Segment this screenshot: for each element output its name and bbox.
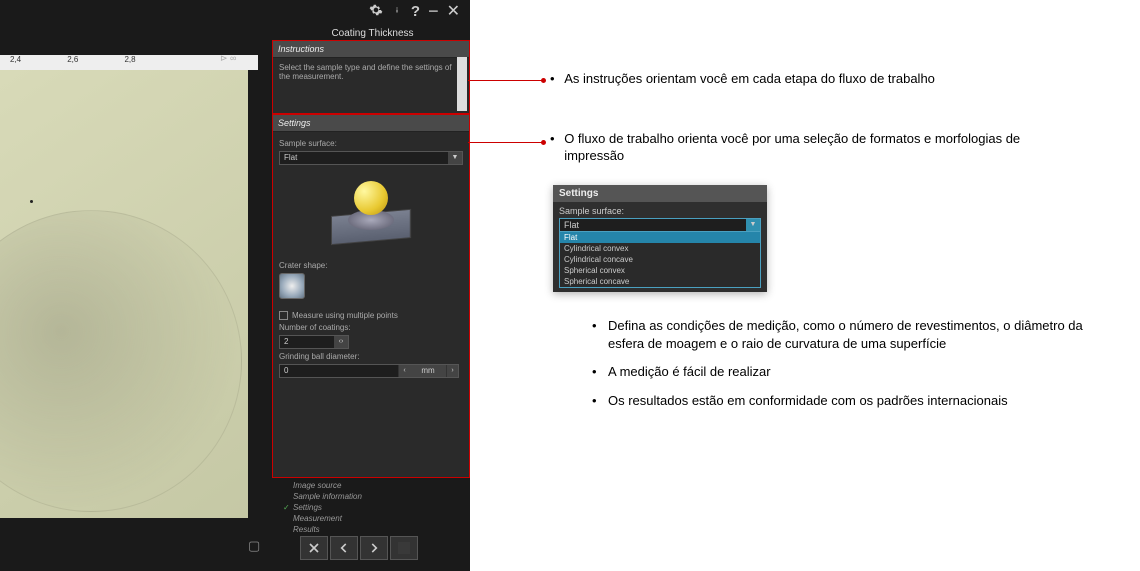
minimize-icon[interactable]: − — [428, 1, 439, 22]
chevron-down-icon: ▼ — [746, 219, 760, 231]
help-icon[interactable]: ? — [411, 3, 420, 20]
instructions-section: Instructions Select the sample type and … — [272, 40, 470, 114]
bullet-item: A medição é fácil de realizar — [590, 363, 1110, 381]
spinner-dec[interactable]: ‹ — [398, 365, 410, 377]
feature-bullets: Defina as condições de medição, como o n… — [550, 317, 1110, 420]
step-settings[interactable]: Settings — [283, 502, 457, 513]
popup-options: Flat Cylindrical convex Cylindrical conc… — [559, 232, 761, 288]
cancel-button[interactable] — [300, 536, 328, 560]
callout-dot-icon — [541, 140, 546, 145]
settings-popup: Settings Sample surface: Flat ▼ Flat Cyl… — [553, 185, 767, 292]
num-coatings-value: 2 — [280, 336, 334, 348]
step-sample-info[interactable]: Sample information — [283, 491, 457, 502]
callout-2: O fluxo de trabalho orienta você por uma… — [564, 130, 1074, 165]
popup-option[interactable]: Flat — [560, 232, 760, 243]
callouts: • As instruções orientam você em cada et… — [550, 70, 1110, 183]
spinner-buttons[interactable]: ‹› — [334, 336, 348, 348]
bullet-item: Defina as condições de medição, como o n… — [590, 317, 1110, 353]
instructions-text: Select the sample type and define the se… — [273, 58, 469, 113]
popup-option[interactable]: Spherical convex — [560, 265, 760, 276]
popup-option[interactable]: Cylindrical concave — [560, 254, 760, 265]
ruler-tick: 2,6 — [67, 55, 122, 64]
crater-shape-icon[interactable] — [279, 273, 305, 299]
nav-buttons — [300, 536, 418, 560]
back-button[interactable] — [330, 536, 358, 560]
popup-option[interactable]: Spherical concave — [560, 276, 760, 287]
num-coatings-label: Number of coatings: — [279, 323, 463, 332]
settings-section: Settings Sample surface: Flat ▼ Crater s… — [272, 114, 470, 478]
next-button[interactable] — [360, 536, 388, 560]
popup-select[interactable]: Flat ▼ — [559, 218, 761, 232]
sample-diagram — [316, 173, 426, 253]
popup-option[interactable]: Cylindrical convex — [560, 243, 760, 254]
step-image-source[interactable]: Image source — [283, 480, 457, 491]
popup-title: Settings — [553, 185, 767, 202]
gear-icon[interactable] — [369, 3, 383, 20]
side-panel: Instructions Select the sample type and … — [272, 40, 470, 518]
instructions-header: Instructions — [273, 41, 469, 58]
ball-diameter-input[interactable]: 0 ‹ mm › — [279, 364, 459, 378]
popup-select-value: Flat — [560, 219, 746, 231]
callout-1: As instruções orientam você em cada etap… — [564, 70, 1074, 88]
ruler-tick: 2,4 — [10, 55, 65, 64]
crater-shape-label: Crater shape: — [279, 261, 463, 270]
panel-title: Coating Thickness — [275, 28, 470, 39]
sample-surface-value: Flat — [280, 152, 448, 164]
sample-surface-select[interactable]: Flat ▼ — [279, 151, 463, 165]
bullet-item: Os resultados estão em conformidade com … — [590, 392, 1110, 410]
finish-button — [390, 536, 418, 560]
num-coatings-input[interactable]: 2 ‹› — [279, 335, 349, 349]
scrollbar[interactable] — [457, 57, 467, 111]
close-icon[interactable]: ✕ — [447, 1, 460, 21]
info-icon[interactable] — [391, 3, 403, 20]
callout-line — [468, 142, 543, 143]
view-toggles[interactable]: ⊳ ∞ — [220, 53, 236, 64]
workflow-steps: Image source Sample information Settings… — [275, 475, 465, 540]
popup-label: Sample surface: — [559, 206, 761, 216]
ball-diameter-unit: mm — [410, 365, 446, 377]
instructions-content: Select the sample type and define the se… — [279, 63, 452, 81]
chevron-down-icon: ▼ — [448, 152, 462, 164]
sample-viewport[interactable]: 200 µm — [0, 70, 248, 518]
ball-diameter-value: 0 — [280, 365, 398, 377]
multi-points-label: Measure using multiple points — [292, 311, 398, 320]
ruler-tick: 2,8 — [124, 55, 179, 64]
step-measurement[interactable]: Measurement — [283, 513, 457, 524]
step-results[interactable]: Results — [283, 524, 457, 535]
settings-header: Settings — [273, 115, 469, 132]
book-icon[interactable]: ▢ — [248, 538, 260, 554]
callout-dot-icon — [541, 78, 546, 83]
app-window: ? − ✕ Coating Thickness 2,4 2,6 2,8 ⊳ ∞ … — [0, 0, 470, 571]
multi-points-checkbox[interactable] — [279, 311, 288, 320]
callout-line — [468, 80, 543, 81]
ball-diameter-label: Grinding ball diameter: — [279, 352, 463, 361]
spinner-inc[interactable]: › — [446, 365, 458, 377]
sample-surface-label: Sample surface: — [279, 139, 463, 148]
titlebar: ? − ✕ — [369, 0, 470, 22]
